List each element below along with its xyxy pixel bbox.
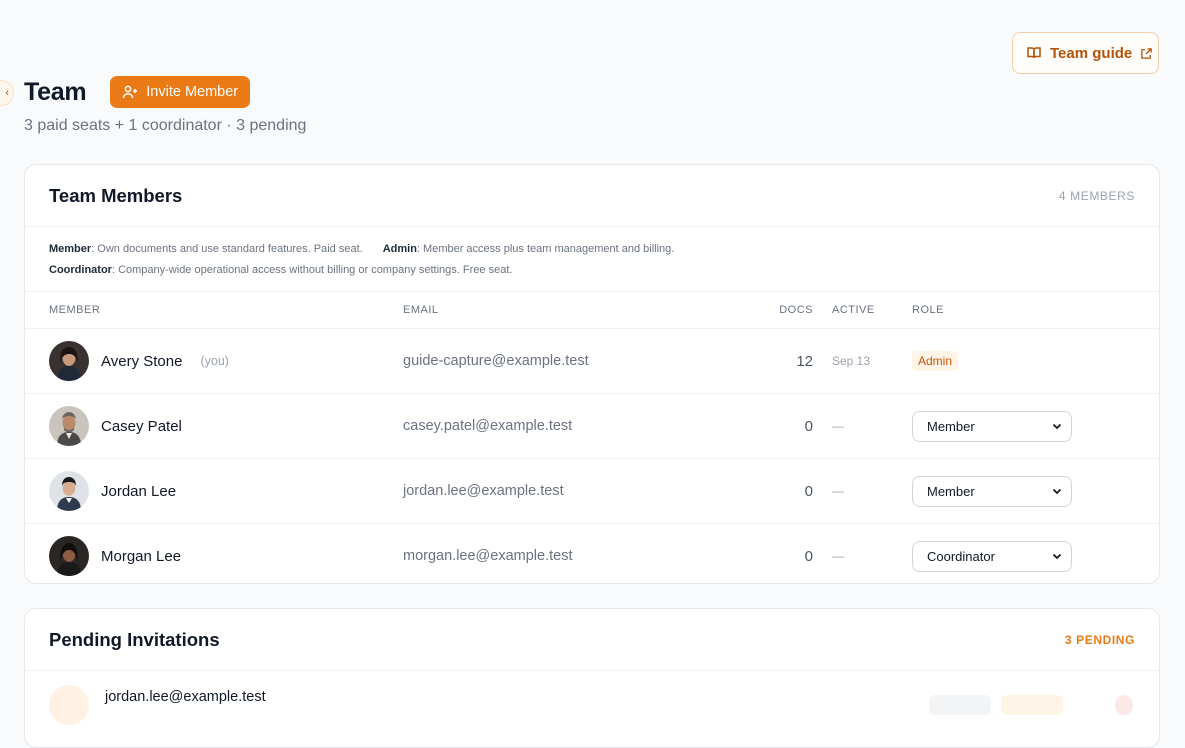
role-select-value: Member [927, 418, 975, 434]
member-email: casey.patel@example.test [403, 418, 573, 434]
page-title: Team [24, 77, 87, 106]
member-docs: 0 [804, 482, 813, 500]
legend-admin-term: Admin [382, 243, 417, 255]
invite-email: jordan.lee@example.test [105, 689, 266, 705]
pending-count: 3 PENDING [1064, 632, 1135, 647]
you-tag: (you) [200, 354, 229, 368]
pending-invitations-card: Pending Invitations 3 PENDING jordan.lee… [24, 608, 1160, 748]
invite-member-label: Invite Member [146, 84, 239, 100]
chevron-down-icon [1052, 423, 1062, 430]
member-active: Sep 13 [832, 354, 871, 368]
role-select-value: Member [927, 483, 975, 499]
chevron-down-icon [1052, 488, 1062, 495]
role-select-value: Coordinator [927, 548, 995, 564]
team-guide-label: Team guide [1050, 44, 1133, 62]
avatar [49, 471, 89, 511]
member-docs: 12 [796, 352, 813, 370]
role-badge-admin: Admin [912, 351, 959, 371]
resend-invite-button[interactable] [929, 695, 991, 715]
legend-member-term: Member [49, 243, 92, 255]
chevron-down-icon [1052, 553, 1062, 560]
table-row: Casey Patel casey.patel@example.test 0 —… [25, 394, 1159, 459]
member-email: guide-capture@example.test [403, 353, 589, 369]
member-email: morgan.lee@example.test [403, 548, 573, 564]
member-docs: 0 [804, 547, 813, 565]
member-active: — [832, 549, 844, 563]
member-active: — [832, 484, 844, 498]
member-name: Jordan Lee [101, 482, 177, 500]
role-select[interactable]: Coordinator [912, 540, 1072, 572]
member-docs: 0 [804, 417, 813, 435]
invite-member-button[interactable]: Invite Member [110, 76, 251, 108]
member-name: Casey Patel [101, 417, 182, 435]
avatar [49, 536, 89, 576]
avatar [49, 406, 89, 446]
legend-coordinator-desc: : Company-wide operational access withou… [111, 264, 513, 276]
column-header-docs: DOCS [779, 304, 813, 316]
member-active: — [832, 419, 844, 433]
role-select[interactable]: Member [912, 475, 1072, 507]
column-header-role: ROLE [912, 304, 944, 316]
table-row: Avery Stone (you) guide-capture@example.… [25, 329, 1159, 394]
avatar [49, 341, 89, 381]
copy-link-button[interactable] [1001, 695, 1063, 715]
team-guide-button[interactable]: Team guide [1012, 32, 1159, 74]
mail-icon [49, 685, 89, 725]
sidebar-collapse-toggle[interactable]: ‹ [0, 80, 14, 106]
column-header-active: ACTIVE [832, 304, 875, 316]
legend-coordinator-term: Coordinator [49, 264, 112, 276]
column-header-member: MEMBER [49, 304, 101, 316]
chevron-left-icon: ‹ [5, 86, 9, 99]
role-select[interactable]: Member [912, 410, 1072, 442]
team-members-card: Team Members 4 MEMBERS Member: Own docum… [24, 164, 1160, 584]
member-email: jordan.lee@example.test [403, 483, 564, 499]
page-subtitle: 3 paid seats + 1 coordinator · 3 pending [24, 117, 307, 134]
table-row: Morgan Lee morgan.lee@example.test 0 — C… [25, 524, 1159, 588]
legend-member-desc: : Own documents and use standard feature… [91, 243, 363, 255]
member-count: 4 MEMBERS [1058, 188, 1135, 203]
book-icon [1027, 47, 1041, 59]
column-header-email: EMAIL [403, 304, 439, 316]
page-header: Team Invite Member 3 paid seats + 1 coor… [24, 76, 306, 135]
members-table-header: MEMBER EMAIL DOCS ACTIVE ROLE [25, 292, 1159, 329]
legend-admin-desc: : Member access plus team management and… [416, 243, 675, 255]
table-row: Jordan Lee jordan.lee@example.test 0 — M… [25, 459, 1159, 524]
list-item: jordan.lee@example.test [25, 671, 1159, 725]
team-members-title: Team Members [49, 184, 183, 206]
user-plus-icon [123, 85, 138, 99]
member-name: Avery Stone [101, 352, 183, 370]
member-name: Morgan Lee [101, 547, 182, 565]
role-legend: Member: Own documents and use standard f… [25, 227, 1159, 292]
pending-invitations-title: Pending Invitations [49, 628, 220, 650]
revoke-invite-button[interactable] [1115, 695, 1133, 715]
external-link-icon [1141, 47, 1153, 59]
